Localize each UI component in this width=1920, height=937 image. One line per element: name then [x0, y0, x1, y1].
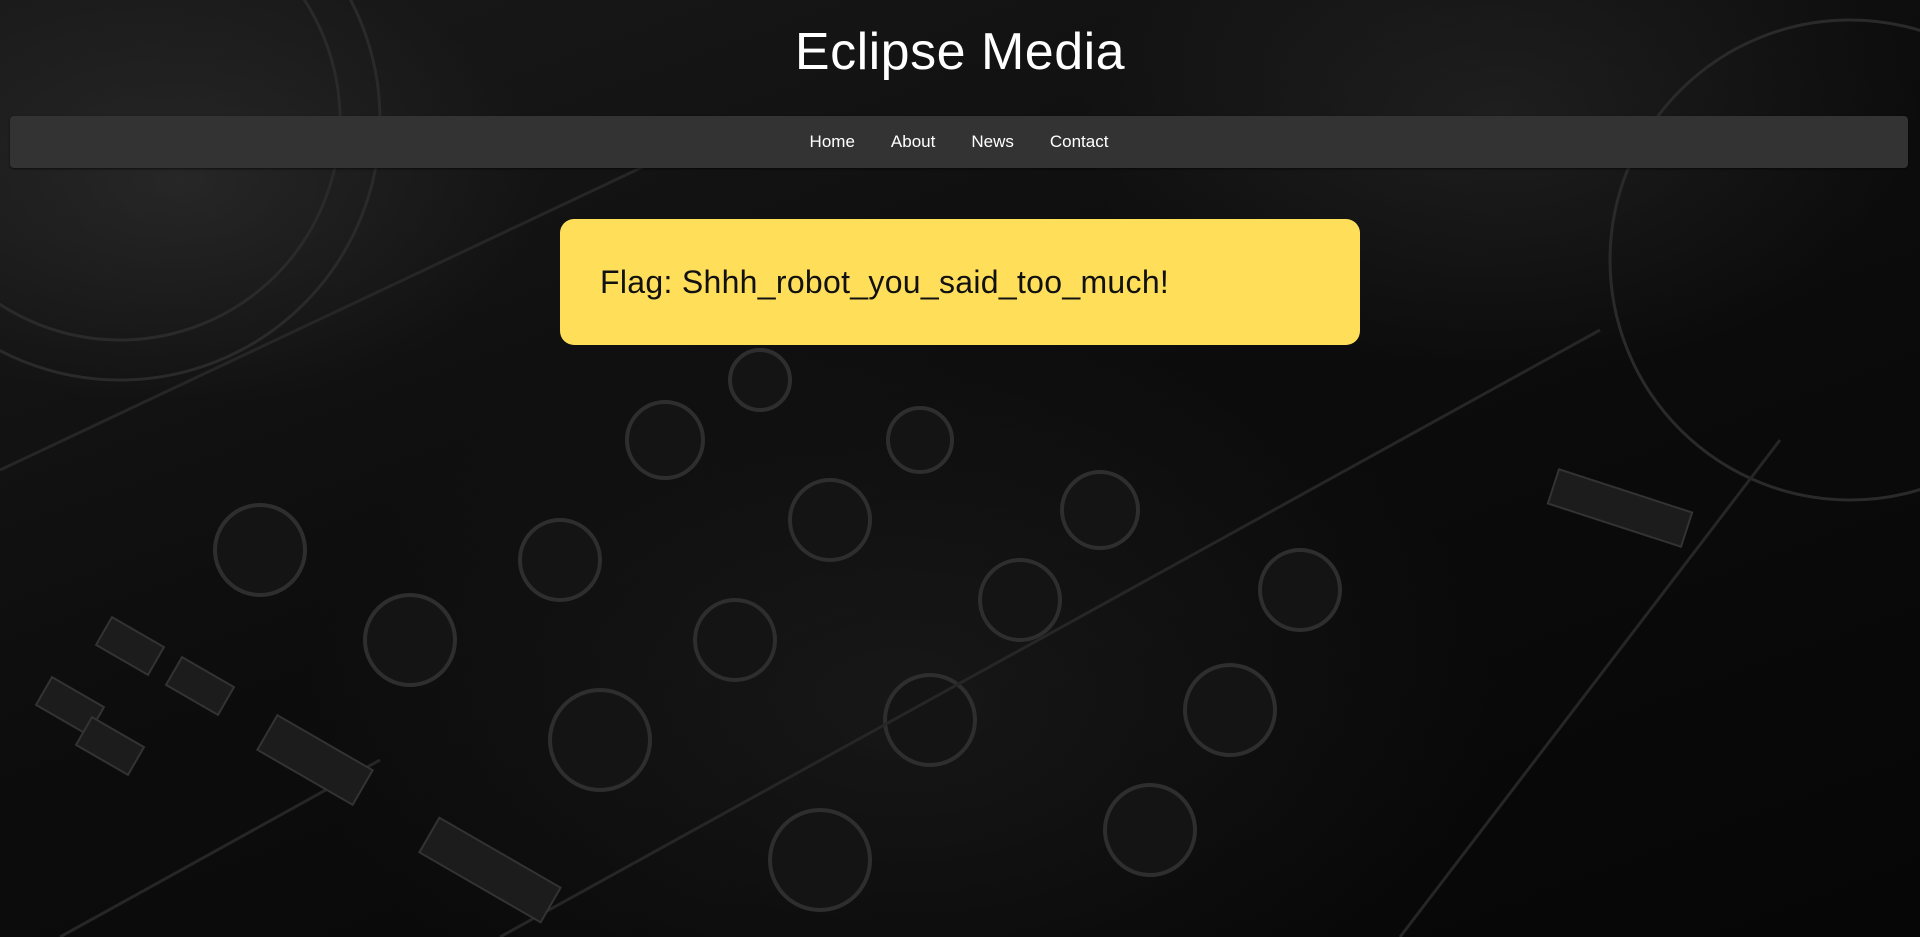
site-title: Eclipse Media [794, 23, 1126, 81]
main-navbar: Home About News Contact [10, 116, 1908, 168]
nav-link-about[interactable]: About [873, 116, 953, 168]
flag-text: Flag: Shhh_robot_you_said_too_much! [600, 263, 1170, 300]
nav-link-home[interactable]: Home [792, 116, 873, 168]
flag-message-box: Flag: Shhh_robot_you_said_too_much! [560, 219, 1360, 345]
nav-link-contact[interactable]: Contact [1032, 116, 1127, 168]
nav-link-news[interactable]: News [953, 116, 1032, 168]
